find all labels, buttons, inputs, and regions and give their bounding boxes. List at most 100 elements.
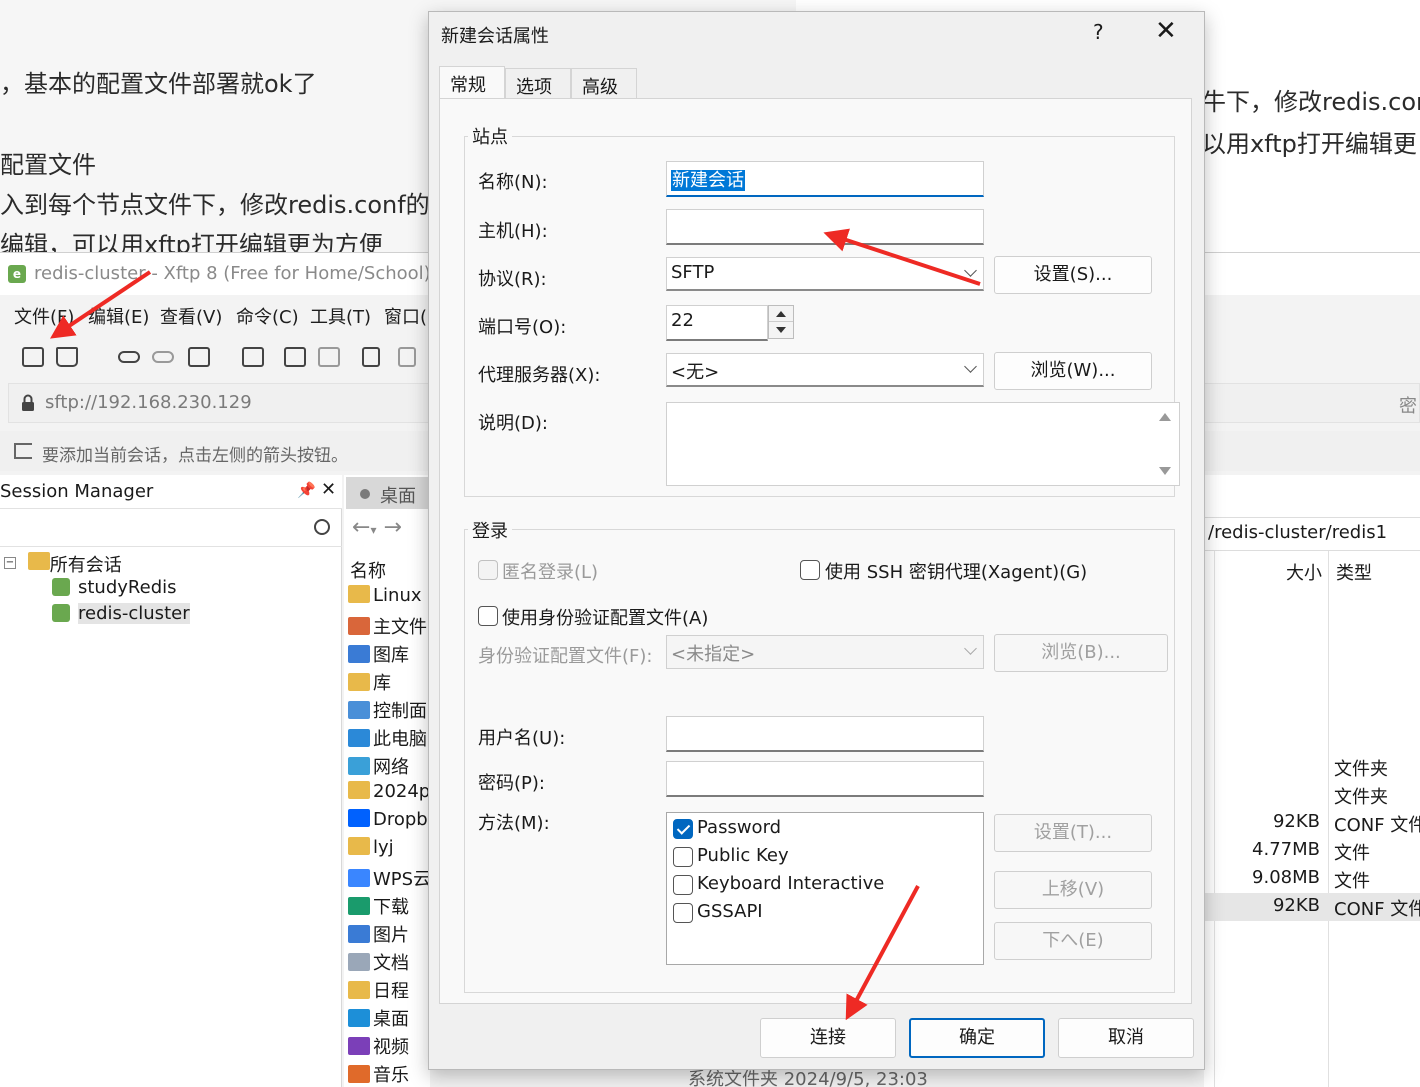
proxy-browse-button[interactable]: 浏览(W)... xyxy=(994,352,1152,390)
scroll-up-icon[interactable] xyxy=(1159,413,1171,421)
description-field[interactable] xyxy=(666,402,1180,486)
menu-file[interactable]: 文件(F) xyxy=(14,303,74,329)
tab-desktop[interactable]: 桌面 xyxy=(346,477,436,509)
local-file-item[interactable]: 音乐 xyxy=(348,1061,409,1087)
name-field[interactable]: 新建会话 xyxy=(666,161,984,197)
remote-file-row[interactable]: 92KB CONF 文件 xyxy=(1204,893,1420,921)
username-label: 用户名(U): xyxy=(478,728,566,749)
address-password-label: 密 xyxy=(1399,396,1417,417)
pin-icon[interactable]: 📌 xyxy=(297,481,316,499)
use-profile-checkbox[interactable] xyxy=(478,606,498,626)
article-line: 牛下，修改redis.con xyxy=(1202,88,1420,116)
local-file-item[interactable]: lyj xyxy=(348,837,394,858)
local-file-item[interactable]: 下载 xyxy=(348,893,409,919)
remote-file-row[interactable]: 文件夹 xyxy=(1204,781,1420,809)
protocol-settings-button[interactable]: 设置(S)... xyxy=(994,256,1152,294)
password-field[interactable] xyxy=(666,761,984,797)
stepper-down-icon[interactable] xyxy=(769,322,793,338)
open-session-icon[interactable] xyxy=(56,347,78,367)
search-icon[interactable] xyxy=(314,519,330,535)
port-field[interactable]: 22 xyxy=(666,305,768,341)
method-settings-button[interactable]: 设置(T)... xyxy=(994,814,1152,852)
control-panel-icon xyxy=(348,701,370,719)
ssh-agent-label: 使用 SSH 密钥代理(Xagent)(G) xyxy=(825,562,1088,583)
protocol-select[interactable]: SFTP xyxy=(666,257,984,291)
move-up-button[interactable]: 上移(V) xyxy=(994,871,1152,909)
paste-icon[interactable] xyxy=(398,347,416,367)
add-session-icon[interactable] xyxy=(14,443,32,459)
local-file-item[interactable]: 主文件 xyxy=(348,613,427,639)
help-button[interactable]: ? xyxy=(1093,20,1104,44)
tab-options[interactable]: 选项 xyxy=(505,68,571,100)
port-stepper[interactable] xyxy=(768,305,794,339)
anonymous-checkbox[interactable] xyxy=(478,560,498,580)
sync-icon[interactable] xyxy=(318,347,340,367)
remote-file-row[interactable]: 92KB CONF 文件 xyxy=(1204,809,1420,837)
local-file-item[interactable]: Dropb xyxy=(348,809,428,830)
host-field[interactable] xyxy=(666,209,984,245)
transfer-icon[interactable] xyxy=(284,347,306,367)
terminal-icon[interactable] xyxy=(242,347,264,367)
local-file-item[interactable]: 文档 xyxy=(348,949,409,975)
tree-item-redis-cluster[interactable]: redis-cluster xyxy=(52,603,190,624)
session-properties-icon[interactable] xyxy=(188,347,210,367)
move-down-button[interactable]: 下へ(E) xyxy=(994,922,1152,960)
stepper-up-icon[interactable] xyxy=(769,306,793,322)
back-icon[interactable]: ← xyxy=(352,515,370,540)
method-keyboard-interactive-checkbox[interactable] xyxy=(673,875,693,895)
local-file-item[interactable]: 图库 xyxy=(348,641,409,667)
method-gssapi-checkbox[interactable] xyxy=(673,903,693,923)
local-file-item[interactable]: 网络 xyxy=(348,753,409,779)
proxy-select[interactable]: <无> xyxy=(666,353,984,387)
local-file-item[interactable]: Linux xyxy=(348,585,422,606)
forward-icon[interactable]: → xyxy=(383,515,401,540)
local-file-item[interactable]: 此电脑 xyxy=(348,725,427,751)
remote-path-bar[interactable]: /redis-cluster/redis1 xyxy=(1204,517,1420,551)
history-chevron-icon[interactable]: ▾ xyxy=(370,523,376,537)
method-password-checkbox[interactable] xyxy=(673,819,693,839)
profile-browse-button[interactable]: 浏览(B)... xyxy=(994,634,1168,672)
new-session-icon[interactable] xyxy=(22,347,44,367)
connect-button[interactable]: 连接 xyxy=(760,1018,896,1058)
profile-select[interactable]: <未指定> xyxy=(666,635,984,669)
local-file-item[interactable]: 控制面 xyxy=(348,697,427,723)
copy-icon[interactable] xyxy=(362,347,380,367)
remote-file-row[interactable]: 文件夹 xyxy=(1204,753,1420,781)
tab-general[interactable]: 常规 xyxy=(439,66,505,100)
local-file-item[interactable]: 日程 xyxy=(348,977,409,1003)
chevron-down-icon xyxy=(964,360,977,373)
collapse-icon[interactable]: − xyxy=(4,557,16,569)
local-file-item[interactable]: 图片 xyxy=(348,921,409,947)
tree-item-studyredis[interactable]: studyRedis xyxy=(52,577,177,598)
local-file-item[interactable]: 2024p xyxy=(348,781,430,802)
local-file-item[interactable]: 视频 xyxy=(348,1033,409,1059)
tab-advanced[interactable]: 高级 xyxy=(571,68,637,100)
cancel-button[interactable]: 取消 xyxy=(1058,1018,1194,1058)
scroll-down-icon[interactable] xyxy=(1159,467,1171,475)
close-icon[interactable]: ✕ xyxy=(321,479,336,500)
ssh-agent-checkbox[interactable] xyxy=(800,560,820,580)
file-size: 9.08MB xyxy=(1252,867,1320,888)
local-file-item[interactable]: WPS云 xyxy=(348,865,431,891)
session-search[interactable] xyxy=(0,511,342,547)
menu-view[interactable]: 查看(V) xyxy=(160,303,222,329)
folder-icon xyxy=(348,837,370,855)
menu-tools[interactable]: 工具(T) xyxy=(310,303,371,329)
remote-file-row[interactable]: 4.77MB 文件 xyxy=(1204,837,1420,865)
link-icon[interactable] xyxy=(152,351,174,363)
username-field[interactable] xyxy=(666,716,984,752)
menu-command[interactable]: 命令(C) xyxy=(236,303,299,329)
tree-root[interactable]: − 所有会话 xyxy=(4,551,122,576)
column-size[interactable]: 大小 xyxy=(1286,559,1322,585)
ok-button[interactable]: 确定 xyxy=(909,1018,1045,1058)
method-public-key-checkbox[interactable] xyxy=(673,847,693,867)
column-name[interactable]: 名称 xyxy=(350,557,386,583)
local-file-item[interactable]: 桌面 xyxy=(348,1005,409,1031)
remote-file-row[interactable]: 9.08MB 文件 xyxy=(1204,865,1420,893)
dialog-close-button[interactable]: ✕ xyxy=(1155,16,1177,46)
local-file-item[interactable]: 库 xyxy=(348,669,391,695)
menu-edit[interactable]: 编辑(E) xyxy=(88,303,149,329)
column-type[interactable]: 类型 xyxy=(1336,559,1372,585)
menu-window[interactable]: 窗口( xyxy=(384,303,427,329)
disconnect-icon[interactable] xyxy=(118,351,140,363)
